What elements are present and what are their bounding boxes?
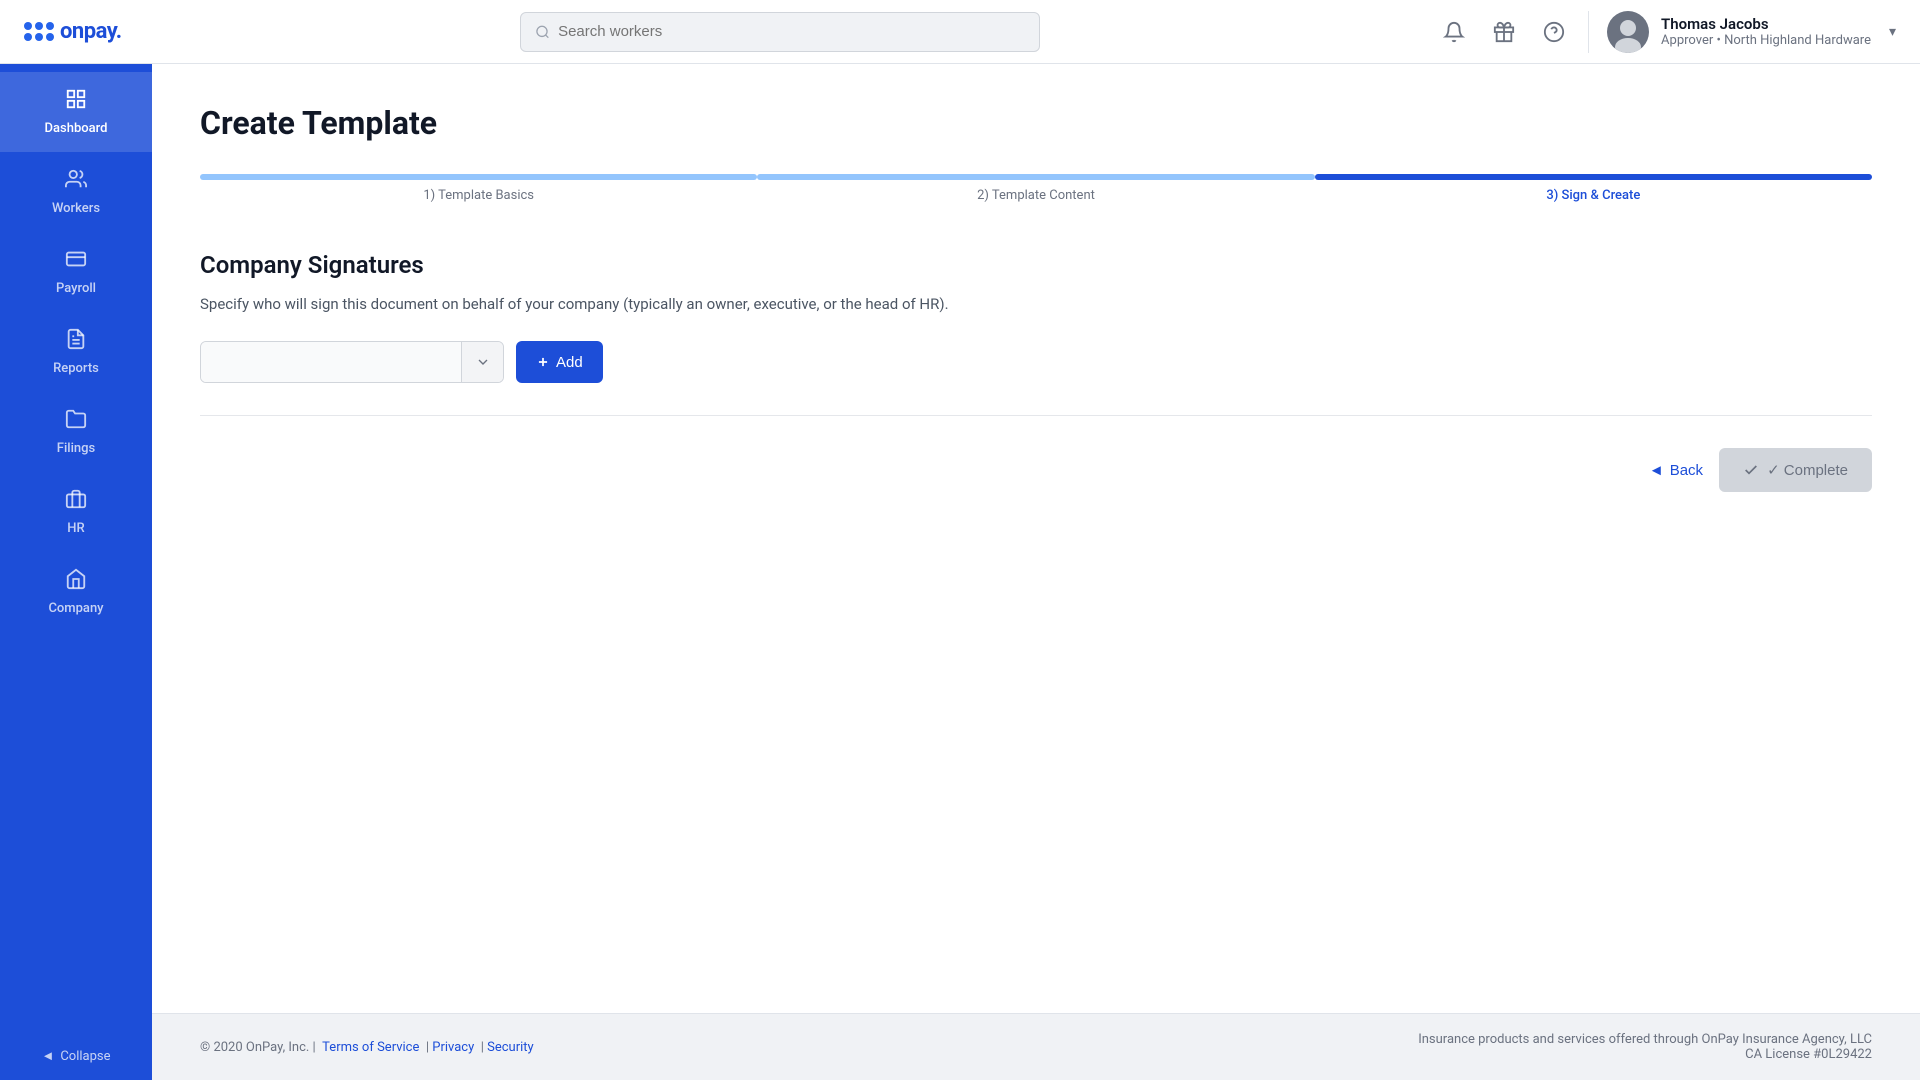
signature-select-arrow[interactable] bbox=[461, 341, 503, 383]
search-input[interactable] bbox=[558, 23, 1025, 40]
sidebar: Dashboard Workers Payroll Reports Filing… bbox=[0, 64, 152, 1080]
sidebar-item-dashboard[interactable]: Dashboard bbox=[0, 72, 152, 152]
collapse-label: Collapse bbox=[60, 1049, 110, 1064]
sidebar-item-filings-label: Filings bbox=[57, 441, 95, 456]
step-template-basics: 1) Template Basics bbox=[200, 174, 757, 203]
logo-dot bbox=[46, 33, 54, 41]
back-arrow-icon: ◄ bbox=[1649, 462, 1664, 479]
collapse-arrow-icon: ◄ bbox=[41, 1048, 54, 1064]
collapse-button[interactable]: ◄ Collapse bbox=[41, 1048, 110, 1064]
logo: onpay. bbox=[24, 19, 122, 44]
sidebar-bottom: ◄ Collapse bbox=[0, 1032, 152, 1080]
section-desc: Specify who will sign this document on b… bbox=[200, 295, 1872, 313]
user-info: Thomas Jacobs Approver • North Highland … bbox=[1661, 15, 1871, 48]
footer-terms-link[interactable]: Terms of Service bbox=[322, 1040, 419, 1055]
signature-row: Add bbox=[200, 341, 1872, 383]
footer-right: Insurance products and services offered … bbox=[1418, 1032, 1872, 1062]
step-label-template-basics: 1) Template Basics bbox=[200, 188, 757, 203]
sidebar-item-company-label: Company bbox=[48, 601, 103, 616]
sidebar-item-company[interactable]: Company bbox=[0, 552, 152, 632]
dashboard-icon bbox=[65, 88, 87, 115]
reports-icon bbox=[65, 328, 87, 355]
page-content: Create Template 1) Template Basics 2) Te… bbox=[152, 64, 1920, 1013]
footer-license-text: CA License #0L29422 bbox=[1418, 1047, 1872, 1062]
sidebar-item-workers-label: Workers bbox=[52, 201, 100, 216]
signature-select-container bbox=[200, 341, 504, 383]
chevron-down-icon bbox=[475, 354, 491, 370]
company-icon bbox=[65, 568, 87, 595]
sidebar-item-reports[interactable]: Reports bbox=[0, 312, 152, 392]
gift-icon[interactable] bbox=[1488, 16, 1520, 48]
add-label: Add bbox=[556, 354, 583, 371]
page-title: Create Template bbox=[200, 104, 1872, 142]
step-label-sign-create: 3) Sign & Create bbox=[1315, 188, 1872, 203]
logo-dot bbox=[35, 22, 43, 30]
section-title: Company Signatures bbox=[200, 251, 1872, 279]
footer: © 2020 OnPay, Inc. | Terms of Service | … bbox=[152, 1013, 1920, 1080]
user-section[interactable]: Thomas Jacobs Approver • North Highland … bbox=[1588, 11, 1896, 53]
step-label-template-content: 2) Template Content bbox=[757, 188, 1314, 203]
sidebar-item-hr[interactable]: HR bbox=[0, 472, 152, 552]
back-label: Back bbox=[1670, 462, 1703, 479]
step-template-content: 2) Template Content bbox=[757, 174, 1314, 203]
logo-dot bbox=[46, 22, 54, 30]
footer-security-link[interactable]: Security bbox=[487, 1040, 534, 1055]
complete-label: ✓ Complete bbox=[1767, 461, 1848, 479]
user-name: Thomas Jacobs bbox=[1661, 15, 1871, 33]
workers-icon bbox=[65, 168, 87, 195]
footer-privacy-link[interactable]: Privacy bbox=[432, 1040, 474, 1055]
divider bbox=[200, 415, 1872, 416]
sidebar-item-payroll-label: Payroll bbox=[56, 281, 96, 296]
back-button[interactable]: ◄ Back bbox=[1649, 462, 1703, 479]
payroll-icon bbox=[65, 248, 87, 275]
complete-button[interactable]: ✓ Complete bbox=[1719, 448, 1872, 492]
main-content: Create Template 1) Template Basics 2) Te… bbox=[152, 64, 1920, 1080]
add-button[interactable]: Add bbox=[516, 341, 603, 383]
chevron-down-icon: ▾ bbox=[1889, 24, 1896, 40]
hr-icon bbox=[65, 488, 87, 515]
footer-insurance-text: Insurance products and services offered … bbox=[1418, 1032, 1872, 1047]
sidebar-item-hr-label: HR bbox=[67, 521, 84, 536]
header-right: Thomas Jacobs Approver • North Highland … bbox=[1438, 11, 1896, 53]
step-bar-template-content bbox=[757, 174, 1314, 180]
footer-copyright: © 2020 OnPay, Inc. | bbox=[200, 1040, 316, 1055]
notifications-icon[interactable] bbox=[1438, 16, 1470, 48]
sidebar-item-filings[interactable]: Filings bbox=[0, 392, 152, 472]
signature-select-input[interactable] bbox=[201, 341, 461, 383]
app-body: Dashboard Workers Payroll Reports Filing… bbox=[0, 64, 1920, 1080]
footer-left: © 2020 OnPay, Inc. | Terms of Service | … bbox=[200, 1040, 534, 1055]
check-icon bbox=[1743, 462, 1759, 478]
avatar bbox=[1607, 11, 1649, 53]
user-role: Approver • North Highland Hardware bbox=[1661, 33, 1871, 48]
logo-dot bbox=[24, 22, 32, 30]
step-bar-sign-create bbox=[1315, 174, 1872, 180]
logo-dot bbox=[24, 33, 32, 41]
search-bar bbox=[520, 12, 1040, 52]
logo-dot bbox=[35, 33, 43, 41]
sidebar-item-dashboard-label: Dashboard bbox=[45, 121, 108, 136]
plus-icon bbox=[536, 355, 550, 369]
filings-icon bbox=[65, 408, 87, 435]
sidebar-item-payroll[interactable]: Payroll bbox=[0, 232, 152, 312]
logo-text: onpay. bbox=[60, 19, 122, 44]
step-bar-template-basics bbox=[200, 174, 757, 180]
action-row: ◄ Back ✓ Complete bbox=[200, 448, 1872, 492]
search-icon bbox=[535, 24, 550, 40]
logo-icon bbox=[24, 22, 54, 41]
help-icon[interactable] bbox=[1538, 16, 1570, 48]
step-sign-create: 3) Sign & Create bbox=[1315, 174, 1872, 203]
sidebar-item-reports-label: Reports bbox=[53, 361, 99, 376]
sidebar-item-workers[interactable]: Workers bbox=[0, 152, 152, 232]
stepper: 1) Template Basics 2) Template Content 3… bbox=[200, 174, 1872, 203]
header: onpay. Thomas Jacobs Approver • bbox=[0, 0, 1920, 64]
